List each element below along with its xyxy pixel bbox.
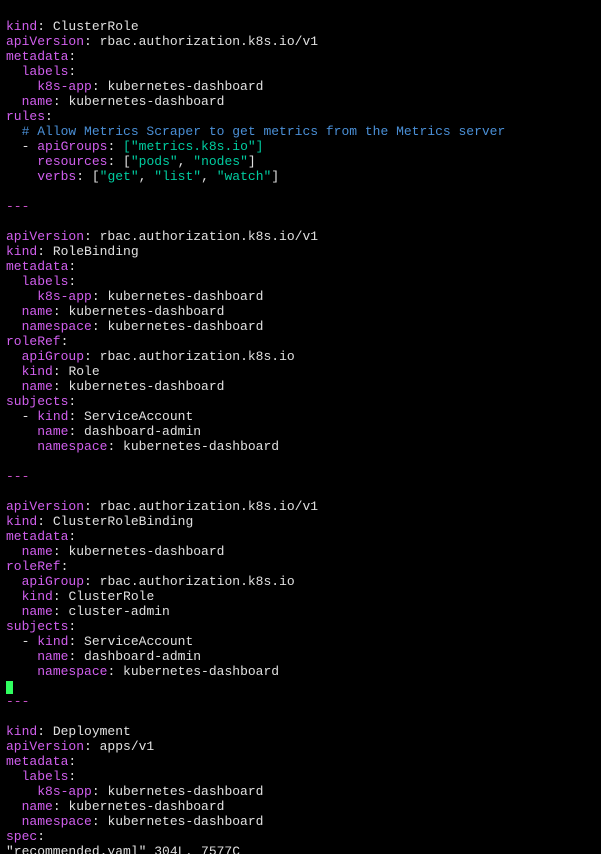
yaml-line: name: kubernetes-dashboard: [6, 379, 224, 394]
yaml-line: name: kubernetes-dashboard: [6, 94, 224, 109]
yaml-line: namespace: kubernetes-dashboard: [6, 814, 263, 829]
yaml-line: name: kubernetes-dashboard: [6, 544, 224, 559]
yaml-line: verbs: ["get", "list", "watch"]: [6, 169, 279, 184]
yaml-line: metadata:: [6, 49, 76, 64]
yaml-line: kind: ClusterRole: [6, 19, 139, 34]
cursor-icon: [6, 681, 13, 694]
yaml-comment: # Allow Metrics Scraper to get metrics f…: [6, 124, 505, 139]
yaml-divider: ---: [6, 469, 29, 484]
yaml-line: apiVersion: rbac.authorization.k8s.io/v1: [6, 499, 318, 514]
yaml-line: labels:: [6, 274, 76, 289]
yaml-line: namespace: kubernetes-dashboard: [6, 319, 263, 334]
yaml-line: apiVersion: rbac.authorization.k8s.io/v1: [6, 229, 318, 244]
yaml-line: subjects:: [6, 394, 76, 409]
yaml-line: roleRef:: [6, 559, 68, 574]
yaml-blank: [6, 709, 14, 724]
yaml-line: - kind: ServiceAccount: [6, 634, 193, 649]
yaml-line: kind: Role: [6, 364, 100, 379]
yaml-divider: ---: [6, 694, 29, 709]
yaml-line: kind: ClusterRole: [6, 589, 154, 604]
yaml-line: labels:: [6, 769, 76, 784]
yaml-line: name: dashboard-admin: [6, 424, 201, 439]
yaml-divider: ---: [6, 199, 29, 214]
yaml-line: apiGroup: rbac.authorization.k8s.io: [6, 349, 295, 364]
terminal-editor[interactable]: kind: ClusterRole apiVersion: rbac.autho…: [0, 0, 601, 854]
yaml-line: kind: ClusterRoleBinding: [6, 514, 193, 529]
yaml-blank: [6, 214, 14, 229]
yaml-line: name: cluster-admin: [6, 604, 170, 619]
yaml-line: name: kubernetes-dashboard: [6, 799, 224, 814]
yaml-line: - apiGroups: ["metrics.k8s.io"]: [6, 139, 263, 154]
vim-status-line: "recommended.yaml" 304L, 7577C: [6, 844, 240, 854]
yaml-line: subjects:: [6, 619, 76, 634]
yaml-line: name: dashboard-admin: [6, 649, 201, 664]
yaml-line: metadata:: [6, 529, 76, 544]
yaml-line: resources: ["pods", "nodes"]: [6, 154, 256, 169]
yaml-line: kind: Deployment: [6, 724, 131, 739]
yaml-blank: [6, 484, 14, 499]
yaml-line: - kind: ServiceAccount: [6, 409, 193, 424]
yaml-line: metadata:: [6, 754, 76, 769]
yaml-line: apiGroup: rbac.authorization.k8s.io: [6, 574, 295, 589]
yaml-line: kind: RoleBinding: [6, 244, 139, 259]
yaml-line: apiVersion: apps/v1: [6, 739, 154, 754]
yaml-blank: [6, 454, 14, 469]
yaml-line: k8s-app: kubernetes-dashboard: [6, 79, 263, 94]
yaml-line: name: kubernetes-dashboard: [6, 304, 224, 319]
yaml-line: rules:: [6, 109, 53, 124]
yaml-line: k8s-app: kubernetes-dashboard: [6, 289, 263, 304]
yaml-line: roleRef:: [6, 334, 68, 349]
cursor-line: [6, 679, 13, 694]
yaml-line: metadata:: [6, 259, 76, 274]
yaml-line: namespace: kubernetes-dashboard: [6, 439, 279, 454]
yaml-line: k8s-app: kubernetes-dashboard: [6, 784, 263, 799]
yaml-line: labels:: [6, 64, 76, 79]
yaml-blank: [6, 184, 14, 199]
yaml-line: namespace: kubernetes-dashboard: [6, 664, 279, 679]
yaml-line: apiVersion: rbac.authorization.k8s.io/v1: [6, 34, 318, 49]
yaml-line: spec:: [6, 829, 45, 844]
